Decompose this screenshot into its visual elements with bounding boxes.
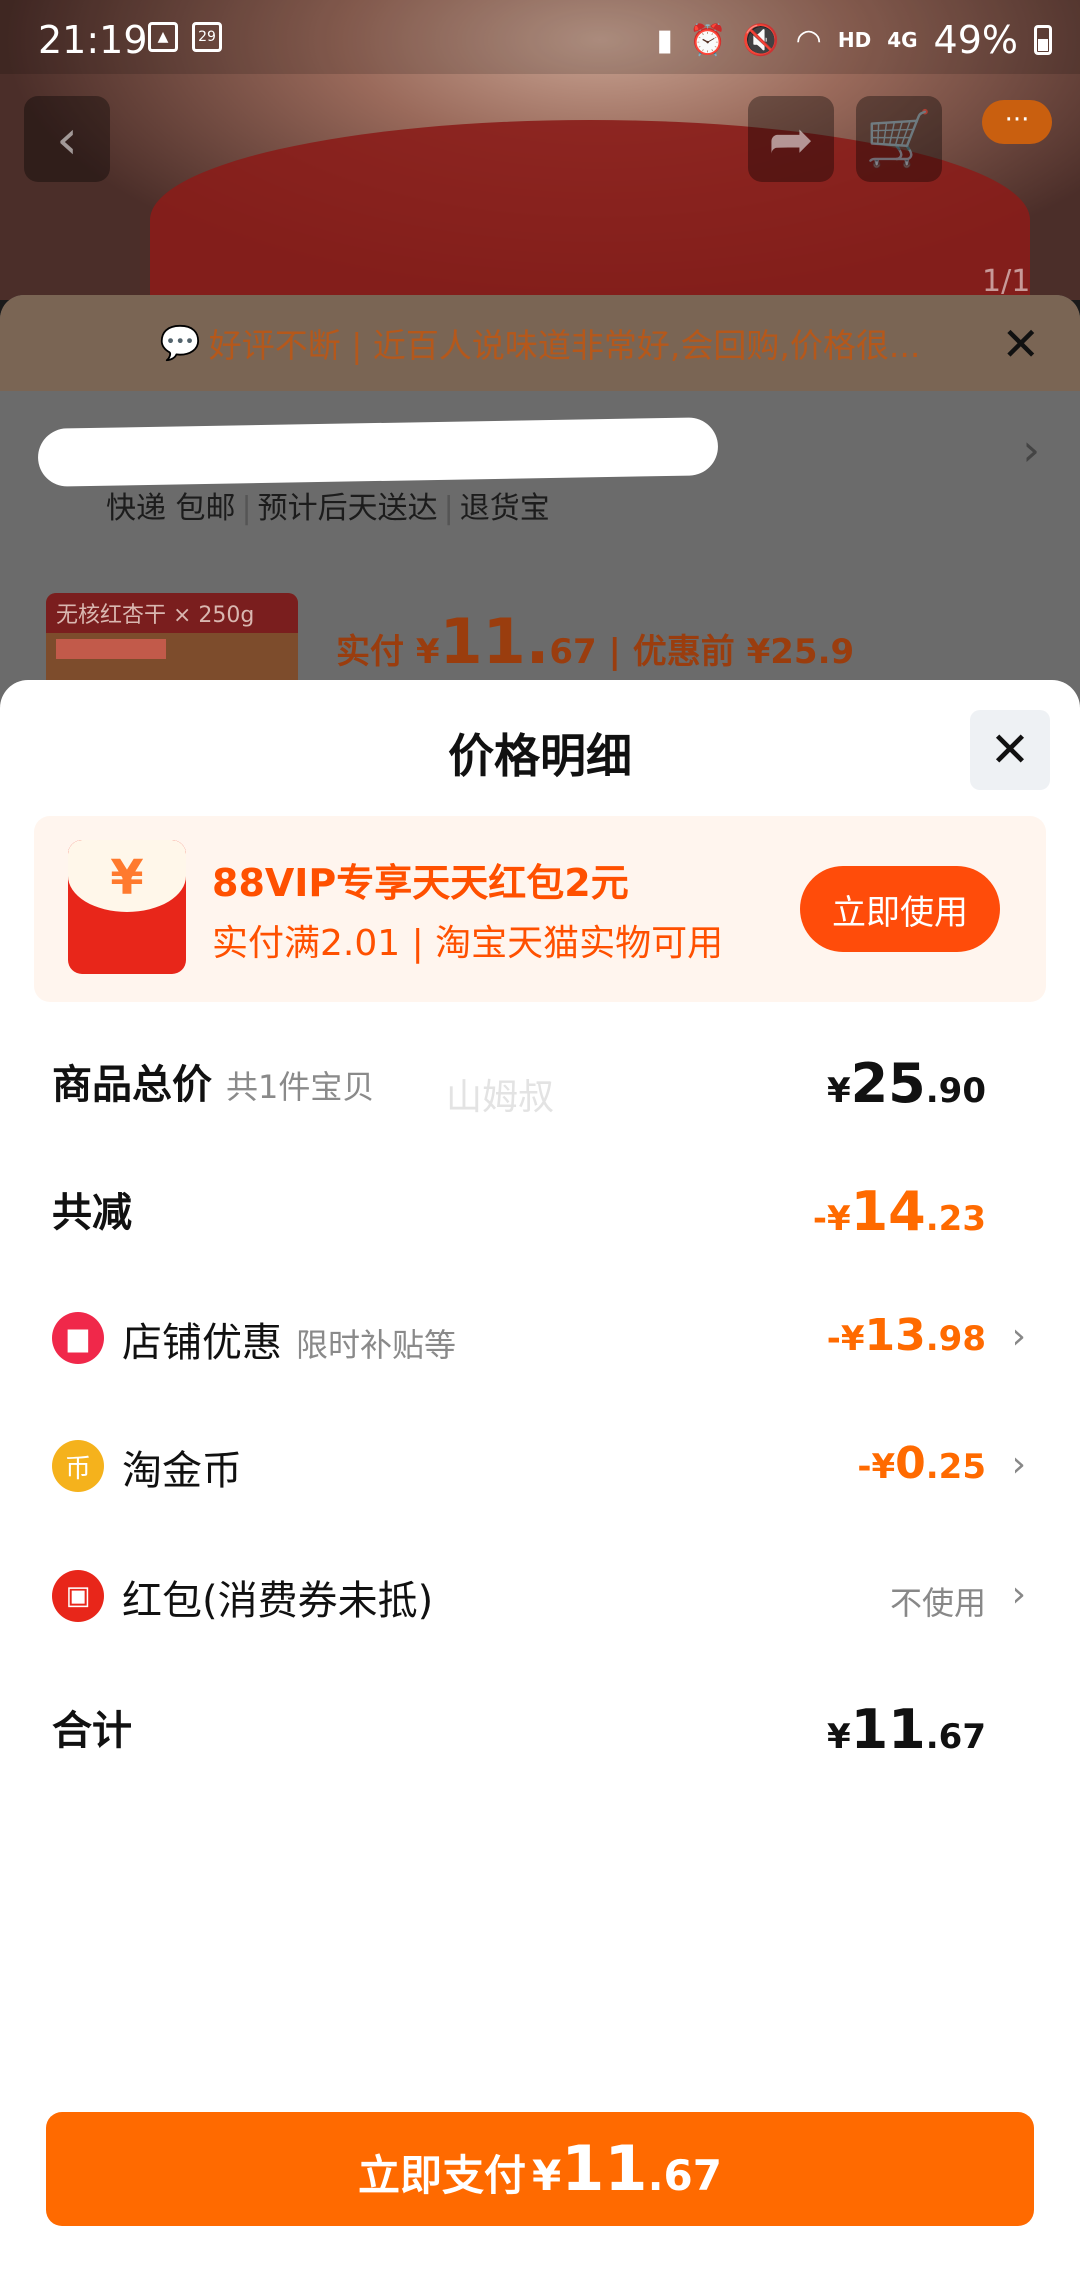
sum-label: 合计: [52, 1708, 132, 1754]
row-red-packet[interactable]: ▣ 红包(消费券未抵) 不使用 ›: [0, 1548, 1080, 1638]
shop-icon: ▆: [52, 1312, 104, 1364]
gallery-icon: ▲: [148, 22, 178, 52]
red-packet-icon: ▣: [52, 1570, 104, 1622]
row-shop-discount[interactable]: ▆ 店铺优惠 限时补贴等 -¥13.98 ›: [0, 1290, 1080, 1380]
sheet-close-button[interactable]: ✕: [970, 710, 1050, 790]
shop-discount-amount: -¥13.98: [826, 1310, 986, 1361]
status-time: 21:19: [38, 18, 148, 62]
wifi-icon: ◠: [795, 22, 822, 58]
chevron-right-icon: ›: [1011, 1444, 1026, 1485]
chevron-right-icon: ›: [1011, 1574, 1026, 1615]
pay-now-button[interactable]: 立即支付 ¥11.67: [46, 2112, 1034, 2226]
photo-page-count: 1/1: [982, 264, 1031, 299]
red-envelope-icon: ¥: [68, 840, 186, 974]
red-packet-label: 红包(消费券未抵): [122, 1578, 434, 1624]
total-goods-label: 商品总价 共1件宝贝: [52, 1062, 375, 1108]
review-text: 好评不断 | 近百人说味道非常好,会回购,价格很...: [208, 326, 921, 365]
share-icon: ➦: [768, 107, 814, 171]
share-button[interactable]: ➦: [748, 96, 834, 182]
calendar-icon: 29: [192, 22, 222, 52]
more-button[interactable]: ···: [982, 100, 1052, 144]
review-close-icon[interactable]: ✕: [1001, 317, 1040, 371]
chevron-left-icon: ‹: [56, 107, 78, 171]
hd-indicator: HD: [837, 28, 872, 52]
order-sheet-background: 💬 好评不断 | 近百人说味道非常好,会回购,价格很... ✕ › 快递 包邮 |…: [0, 295, 1080, 715]
gold-coin-icon: 币: [52, 1440, 104, 1492]
promo-subtitle: 实付满2.01 | 淘宝天猫实物可用: [212, 923, 724, 964]
row-taojinbi[interactable]: 币 淘金币 -¥0.25 ›: [0, 1418, 1080, 1508]
shop-discount-label: 店铺优惠 限时补贴等: [122, 1320, 457, 1366]
chevron-right-icon: ›: [1022, 425, 1040, 476]
shop-delivery-tags: 快递 包邮 | 预计后天送达 | 退货宝: [106, 491, 550, 526]
total-goods-count: 共1件宝贝: [226, 1068, 375, 1106]
yen-icon: ¥: [110, 850, 144, 906]
signal-4g-icon: 4G: [887, 28, 918, 52]
close-icon: ✕: [989, 722, 1031, 778]
taojinbi-label: 淘金币: [122, 1448, 242, 1494]
total-discount-label: 共减: [52, 1190, 132, 1236]
total-discount-amount: -¥14.23: [812, 1180, 986, 1243]
vip-red-packet-banner: ¥ 88VIP专享天天红包2元 实付满2.01 | 淘宝天猫实物可用 立即使用: [34, 816, 1046, 1002]
battery-saver-icon: ▮: [656, 22, 673, 58]
row-total-discount: 共减 -¥14.23: [0, 1160, 1080, 1250]
cart-button[interactable]: 🛒: [856, 96, 942, 182]
status-right-icons: ▮ ⏰ 🔇 ◠ HD 4G 49%: [656, 18, 1052, 62]
redacted-shop-name: [37, 417, 719, 487]
sum-amount: ¥11.67: [826, 1698, 986, 1761]
price-detail-sheet: 价格明细 ✕ ¥ 88VIP专享天天红包2元 实付满2.01 | 淘宝天猫实物可…: [0, 680, 1080, 2272]
row-total-goods: 商品总价 共1件宝贝 ¥25.90: [0, 1032, 1080, 1122]
product-price-line: 实付 ¥11.67 | 优惠前 ¥25.9: [336, 605, 855, 678]
battery-percent: 49%: [933, 18, 1018, 62]
row-sum: 合计 ¥11.67: [0, 1678, 1080, 1768]
shop-row[interactable]: › 快递 包邮 | 预计后天送达 | 退货宝: [0, 405, 1080, 526]
sheet-title: 价格明细: [448, 729, 632, 783]
shop-discount-sub: 限时补贴等: [296, 1326, 457, 1364]
chat-bubble-icon: 💬: [159, 323, 201, 362]
cart-icon: 🛒: [865, 107, 933, 170]
more-icon: ···: [1004, 105, 1030, 135]
chevron-right-icon: ›: [1011, 1316, 1026, 1357]
promo-title: 88VIP专享天天红包2元: [212, 861, 629, 905]
status-left-icons: ▲ 29: [148, 22, 222, 52]
total-goods-amount: ¥25.90: [826, 1052, 986, 1115]
thumbnail-text: 无核红杏干 × 250g: [46, 593, 298, 633]
back-button[interactable]: ‹: [24, 96, 110, 182]
alarm-icon: ⏰: [688, 22, 727, 58]
status-bar: 21:19 ▲ 29 ▮ ⏰ 🔇 ◠ HD 4G 49%: [0, 0, 1080, 74]
thumbnail-tag: [56, 639, 166, 659]
red-packet-value: 不使用: [889, 1584, 986, 1622]
battery-icon: [1034, 25, 1052, 55]
review-strip: 💬 好评不断 | 近百人说味道非常好,会回购,价格很... ✕: [0, 295, 1080, 391]
mute-icon: 🔇: [742, 22, 780, 58]
use-now-button[interactable]: 立即使用: [800, 866, 1000, 952]
taojinbi-amount: -¥0.25: [857, 1438, 986, 1489]
